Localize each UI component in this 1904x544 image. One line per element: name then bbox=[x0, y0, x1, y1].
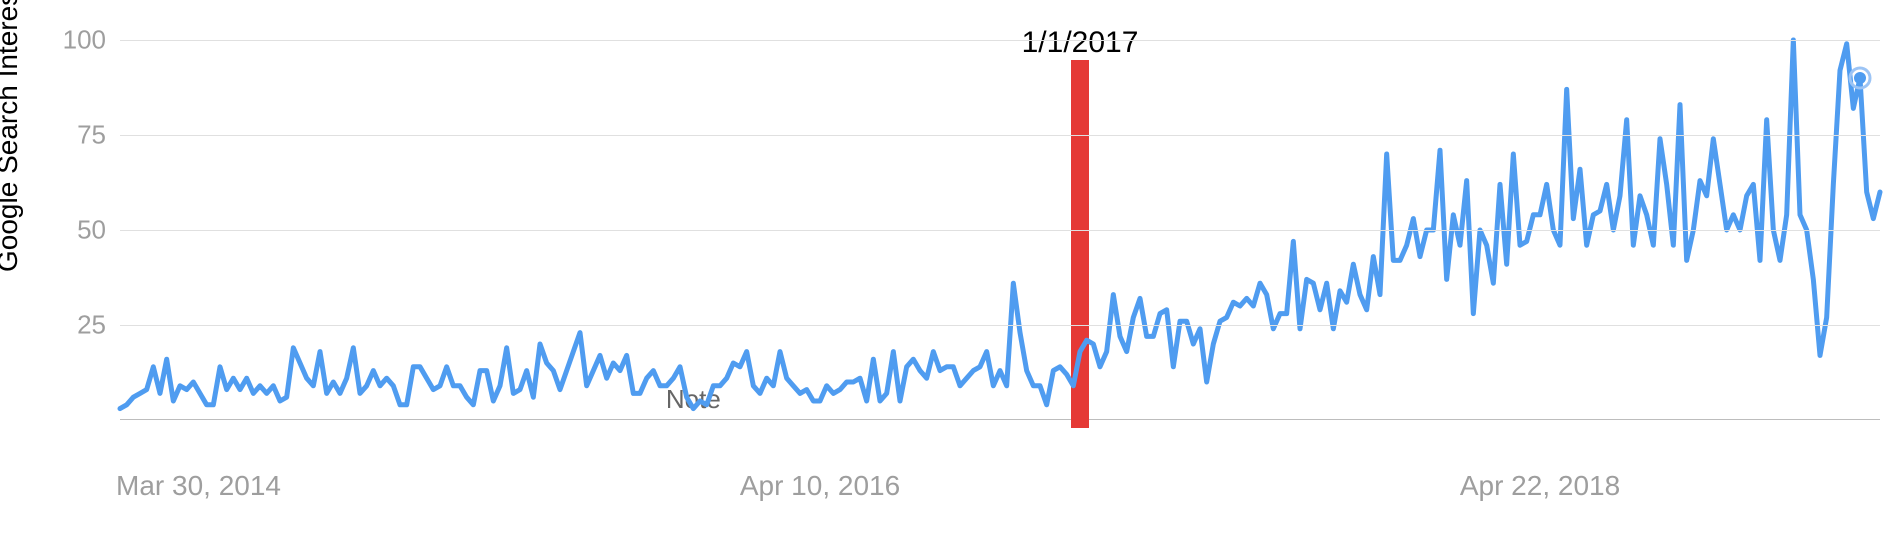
grid-line bbox=[120, 40, 1880, 41]
chart-container: Google Search Interest 1/1/2017 Note Mar… bbox=[0, 0, 1904, 544]
y-tick-label: 100 bbox=[63, 25, 120, 56]
grid-line bbox=[120, 325, 1880, 326]
y-axis-label: Google Search Interest bbox=[0, 0, 24, 272]
y-tick-label: 75 bbox=[77, 120, 120, 151]
grid-line bbox=[120, 230, 1880, 231]
x-tick-label: Apr 10, 2016 bbox=[740, 470, 900, 502]
plot-area: 1/1/2017 Note Mar 30, 2014Apr 10, 2016Ap… bbox=[120, 40, 1880, 420]
line-series bbox=[120, 40, 1880, 409]
x-tick-label: Apr 22, 2018 bbox=[1460, 470, 1620, 502]
y-tick-label: 25 bbox=[77, 310, 120, 341]
grid-line bbox=[120, 135, 1880, 136]
y-tick-label: 50 bbox=[77, 215, 120, 246]
last-point-marker-icon bbox=[1854, 72, 1866, 84]
x-tick-label: Mar 30, 2014 bbox=[116, 470, 281, 502]
